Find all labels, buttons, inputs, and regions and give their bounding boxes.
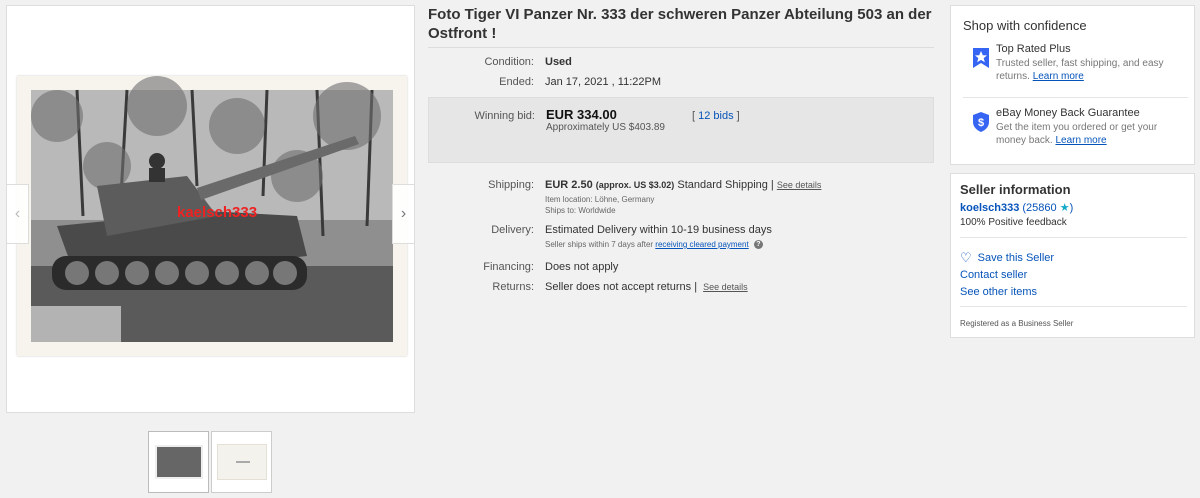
- help-icon[interactable]: ?: [753, 240, 763, 250]
- top-rated-title: Top Rated Plus: [996, 43, 1071, 55]
- winning-bid-price: EUR 334.00: [546, 107, 617, 122]
- guarantee-title: eBay Money Back Guarantee: [996, 107, 1140, 119]
- returns-value-block: Seller does not accept returns | See det…: [545, 281, 935, 293]
- svg-text:$: $: [978, 117, 984, 129]
- bid-count-open-bracket: [: [692, 110, 696, 122]
- delivery-note: Seller ships within 7 days after receivi…: [545, 239, 935, 250]
- seller-watermark: kaelsch333: [177, 204, 258, 221]
- registered-business-seller: Registered as a Business Seller: [960, 319, 1074, 328]
- ended-value: Jan 17, 2021 , 11:22PM: [545, 76, 661, 88]
- delivery-estimate: Estimated Delivery within 10-19 business…: [545, 224, 772, 236]
- ended-label: Ended:: [499, 76, 534, 88]
- shipping-label: Shipping:: [488, 179, 534, 191]
- financing-value: Does not apply: [545, 261, 619, 273]
- shield-dollar-icon: $: [973, 112, 989, 132]
- thumbnail-front[interactable]: [148, 431, 209, 493]
- top-rated-desc-block: Trusted seller, fast shipping, and easy …: [996, 57, 1186, 83]
- returns-see-details-link[interactable]: See details: [703, 282, 748, 292]
- top-rated-plus-item: Top Rated Plus Trusted seller, fast ship…: [963, 43, 1188, 93]
- shipping-value: EUR 2.50 (approx. US $3.02) Standard Shi…: [545, 179, 935, 216]
- seller-information-panel: Seller information koelsch333 (25860 ★) …: [950, 173, 1195, 338]
- top-rated-badge-icon: [973, 48, 989, 68]
- item-location: Item location: Löhne, Germany: [545, 195, 655, 204]
- money-back-guarantee-item: $ eBay Money Back Guarantee Get the item…: [963, 107, 1188, 157]
- shop-with-confidence-panel: Shop with confidence Top Rated Plus Trus…: [950, 5, 1195, 165]
- positive-feedback: 100% Positive feedback: [960, 217, 1067, 228]
- delivery-value-block: Estimated Delivery within 10-19 business…: [545, 224, 935, 250]
- delivery-note-text: Seller ships within 7 days after: [545, 240, 654, 249]
- guarantee-desc-block: Get the item you ordered or get your mon…: [996, 121, 1186, 147]
- confidence-divider: [963, 97, 1188, 98]
- seller-name-line: koelsch333 (25860 ★): [960, 201, 1073, 214]
- star-icon: ★: [1059, 202, 1070, 214]
- returns-value: Seller does not accept returns |: [545, 281, 698, 293]
- seller-heading: Seller information: [960, 182, 1071, 197]
- condition-value: Used: [545, 56, 572, 68]
- bid-count-close-bracket: ]: [736, 110, 740, 122]
- top-rated-learn-more-link[interactable]: Learn more: [1033, 71, 1084, 82]
- bid-history-link[interactable]: 12 bids: [698, 110, 733, 122]
- cleared-payment-link[interactable]: receiving cleared payment: [655, 240, 748, 249]
- shipping-see-details-link[interactable]: See details: [777, 180, 822, 190]
- contact-seller-link[interactable]: Contact seller: [960, 269, 1027, 281]
- shipping-method: Standard Shipping |: [677, 179, 774, 191]
- save-seller-label: Save this Seller: [977, 252, 1055, 264]
- chevron-right-icon: ›: [400, 205, 407, 222]
- thumbnail-back-image: [217, 444, 267, 480]
- winning-bid-label: Winning bid:: [474, 110, 535, 122]
- next-image-button[interactable]: ›: [392, 184, 415, 244]
- chevron-left-icon: ‹: [14, 205, 21, 222]
- thumbnail-back[interactable]: [211, 431, 272, 493]
- condition-label: Condition:: [484, 56, 534, 68]
- winning-bid-box: Winning bid: EUR 334.00 Approximately US…: [428, 97, 934, 163]
- ships-to: Ships to: Worldwide: [545, 206, 616, 215]
- title-divider: [428, 47, 934, 48]
- listing-title: Foto Tiger VI Panzer Nr. 333 der schwere…: [428, 6, 932, 42]
- heart-icon: ♡: [960, 250, 972, 265]
- image-gallery: kaelsch333 ‹ ›: [6, 5, 415, 413]
- returns-label: Returns:: [492, 281, 534, 293]
- seller-divider-top: [960, 237, 1187, 238]
- confidence-heading: Shop with confidence: [963, 18, 1087, 33]
- bid-count: [ 12 bids ]: [692, 110, 740, 122]
- delivery-label: Delivery:: [491, 224, 534, 236]
- shipping-approx: (approx. US $3.02): [595, 180, 675, 190]
- seller-score-close: ): [1069, 202, 1074, 214]
- financing-label: Financing:: [483, 261, 534, 273]
- seller-divider-bottom: [960, 306, 1187, 307]
- winning-bid-approx: Approximately US $403.89: [546, 122, 665, 133]
- seller-feedback-score-link[interactable]: (25860: [1022, 202, 1056, 214]
- thumbnail-strip: [148, 431, 272, 493]
- see-other-items-link[interactable]: See other items: [960, 286, 1037, 298]
- save-seller-button[interactable]: ♡ Save this Seller: [960, 250, 1054, 266]
- seller-username-link[interactable]: koelsch333: [960, 202, 1019, 214]
- guarantee-learn-more-link[interactable]: Learn more: [1055, 135, 1106, 146]
- shipping-cost: EUR 2.50: [545, 179, 593, 191]
- previous-image-button[interactable]: ‹: [6, 184, 29, 244]
- thumbnail-front-image: [155, 445, 203, 479]
- main-product-image[interactable]: kaelsch333: [17, 76, 407, 356]
